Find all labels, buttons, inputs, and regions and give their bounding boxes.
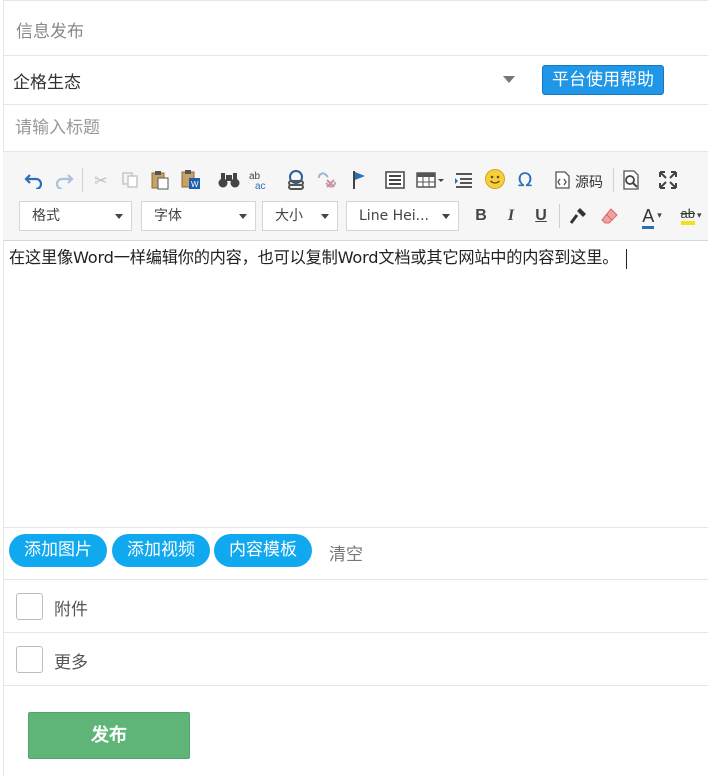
attachment-label: 附件 <box>54 600 88 620</box>
svg-text:ac: ac <box>255 181 266 191</box>
font-color-letter: A <box>642 205 655 229</box>
lineheight-select[interactable]: Line Hei... <box>346 201 459 231</box>
source-icon[interactable] <box>551 169 573 191</box>
help-button[interactable]: 平台使用帮助 <box>542 65 664 95</box>
paste-icon[interactable] <box>149 169 171 191</box>
spellcheck-icon[interactable]: ab ac <box>248 169 270 191</box>
underline-button[interactable]: U <box>529 204 553 228</box>
clear-button[interactable]: 清空 <box>329 540 363 565</box>
background-color-letter: ab <box>680 207 695 225</box>
text-cursor <box>626 248 628 269</box>
toolbar-separator <box>559 204 560 228</box>
template-icon[interactable] <box>384 169 406 191</box>
chevron-down-icon: ▾ <box>657 211 662 221</box>
toolbar-separator <box>82 168 83 192</box>
background-color-button[interactable]: ab ▾ <box>673 204 708 228</box>
category-selected-value: 企格生态 <box>13 73 81 93</box>
chevron-down-icon: ▾ <box>696 211 702 221</box>
smiley-icon[interactable] <box>484 168 506 190</box>
find-icon[interactable] <box>218 169 240 191</box>
anchor-icon[interactable] <box>348 169 370 191</box>
section-header: 信息发布 <box>3 0 708 56</box>
omega-icon[interactable]: Ω <box>514 169 536 191</box>
content-actions: 添加图片 添加视频 内容模板 清空 <box>3 528 708 580</box>
format-painter-icon[interactable] <box>566 204 590 228</box>
copy-icon[interactable] <box>119 169 141 191</box>
source-label[interactable]: 源码 <box>575 172 603 192</box>
format-select[interactable]: 格式 <box>19 201 132 231</box>
editor-toolbar: ✂ W ab ac Ω 源码 格式 字体 大小 Line Hei... B I … <box>3 152 708 241</box>
eraser-icon[interactable] <box>598 204 622 228</box>
toolbar-separator <box>613 168 614 192</box>
font-select-label: 字体 <box>154 208 182 224</box>
table-icon[interactable] <box>415 169 445 191</box>
more-option[interactable]: 更多 <box>3 633 708 686</box>
add-video-button[interactable]: 添加视频 <box>112 534 210 567</box>
content-template-button[interactable]: 内容模板 <box>214 534 312 567</box>
editor-area[interactable]: 在这里像Word一样编辑你的内容，也可以复制Word文档或其它网站中的内容到这里… <box>3 241 708 528</box>
font-select[interactable]: 字体 <box>141 201 256 231</box>
section-title: 信息发布 <box>16 22 84 42</box>
preview-icon[interactable] <box>620 169 642 191</box>
chevron-down-icon <box>321 214 329 219</box>
size-select[interactable]: 大小 <box>262 201 338 231</box>
format-select-label: 格式 <box>32 208 60 224</box>
attachment-option[interactable]: 附件 <box>3 580 708 633</box>
add-image-button[interactable]: 添加图片 <box>9 534 107 567</box>
publish-button[interactable]: 发布 <box>28 712 190 759</box>
category-select[interactable]: 企格生态 平台使用帮助 <box>3 56 708 105</box>
paste-word-icon[interactable]: W <box>180 169 202 191</box>
more-label: 更多 <box>54 653 88 673</box>
chevron-down-icon <box>239 214 247 219</box>
editor-text: 在这里像Word一样编辑你的内容，也可以复制Word文档或其它网站中的内容到这里… <box>9 248 619 267</box>
redo-icon[interactable] <box>53 169 75 191</box>
undo-icon[interactable] <box>23 169 45 191</box>
chevron-down-icon[interactable] <box>503 76 515 83</box>
attachment-checkbox[interactable] <box>16 593 43 620</box>
unlink-icon[interactable] <box>316 169 338 191</box>
title-input[interactable] <box>15 113 615 143</box>
italic-button[interactable]: I <box>499 204 523 228</box>
link-icon[interactable] <box>285 169 307 191</box>
svg-text:W: W <box>191 180 199 189</box>
editor-content[interactable]: 在这里像Word一样编辑你的内容，也可以复制Word文档或其它网站中的内容到这里… <box>9 244 628 269</box>
size-select-label: 大小 <box>275 208 303 224</box>
font-color-button[interactable]: A ▾ <box>635 204 669 229</box>
list-icon[interactable] <box>453 169 475 191</box>
lineheight-select-label: Line Hei... <box>359 208 430 224</box>
maximize-icon[interactable] <box>657 169 679 191</box>
bold-button[interactable]: B <box>469 204 493 228</box>
more-checkbox[interactable] <box>16 646 43 673</box>
cut-icon[interactable]: ✂ <box>90 169 112 191</box>
chevron-down-icon <box>442 214 450 219</box>
chevron-down-icon <box>115 214 123 219</box>
title-row <box>3 105 708 152</box>
